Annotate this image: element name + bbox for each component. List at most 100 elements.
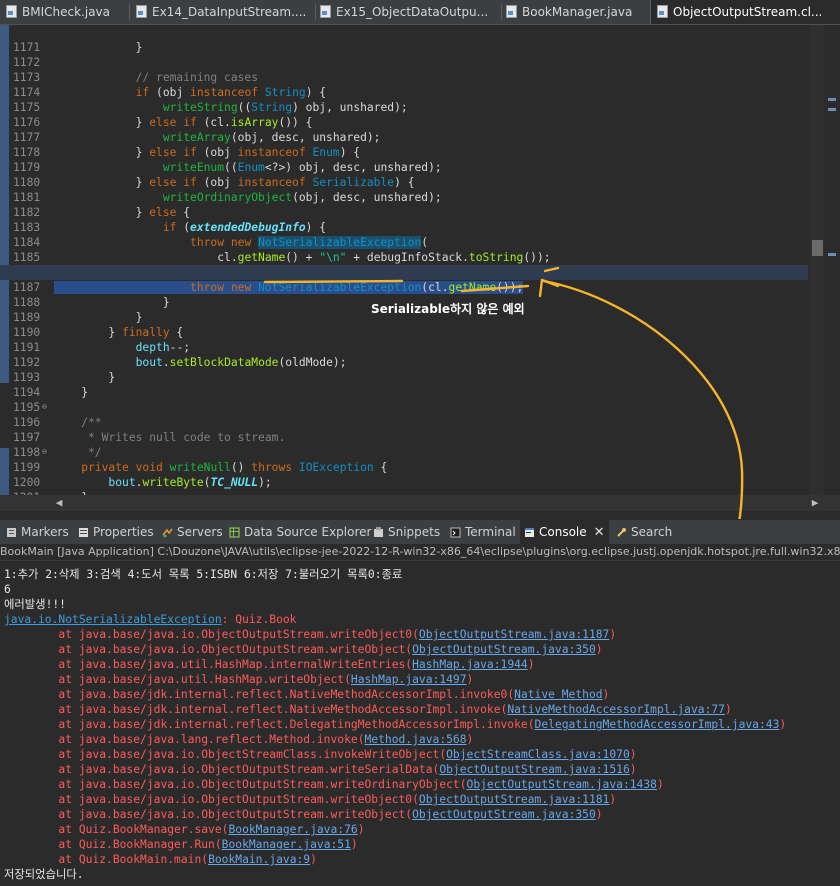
properties-icon [79, 528, 88, 537]
code-line: 1200 bout.writeByte(TC_NULL); [13, 476, 272, 489]
tab-ex14-datainputstream[interactable]: Ex14_DataInputStream.... [136, 0, 316, 24]
tab-bookmanager[interactable]: BookManager.java [506, 0, 646, 24]
class-file-icon [657, 5, 668, 18]
stack-frame: at java.base/java.io.ObjectOutputStream.… [4, 808, 603, 821]
code-line: 1181 writeOrdinaryObject(obj, desc, unsh… [13, 191, 442, 204]
exception-class-link[interactable]: java.io.NotSerializableException [4, 613, 222, 626]
code-line-current: 1187 throw new NotSerializableException(… [0, 265, 808, 294]
stack-frame: at Quiz.BookMain.main(BookMain.java:9) [4, 853, 317, 866]
stack-location-link[interactable]: ObjectStreamClass.java:1070 [446, 748, 630, 761]
stack-frame: at java.base/java.io.ObjectOutputStream.… [4, 643, 603, 656]
vertical-scrollbar[interactable] [810, 25, 824, 495]
console-saved-message: 저장되었습니다. [4, 868, 84, 881]
code-line: 1177 writeArray(obj, desc, unshared); [13, 131, 381, 144]
console-output[interactable]: 1:추가 2:삭제 3:검색 4:도서 목록 5:ISBN 6:저장 7:불러오… [0, 561, 840, 886]
stack-frame: at Quiz.BookManager.Run(BookManager.java… [4, 838, 358, 851]
scroll-right-icon[interactable]: ▶ [808, 495, 822, 511]
stack-frame: at java.base/java.io.ObjectOutputStream.… [4, 628, 617, 641]
editor-tab-bar: BMICheck.java Ex14_DataInputStream.... E… [0, 0, 840, 25]
tab-ex15-objectdataoutput[interactable]: Ex15_ObjectDataOutpu... [320, 0, 502, 24]
code-line: 1199 ⊖ private void writeNull() throws IO… [13, 447, 388, 475]
code-line: 1193 } [13, 371, 116, 384]
stack-location-link[interactable]: NativeMethodAccessorImpl.java:77 [507, 703, 725, 716]
stack-location-link[interactable]: ObjectOutputStream.java:1181 [419, 793, 609, 806]
tab-console[interactable]: Console ✕ [520, 520, 609, 544]
java-file-icon [6, 5, 17, 18]
tab-servers[interactable]: Servers [162, 520, 223, 544]
stack-location-link[interactable]: DelegatingMethodAccessorImpl.java:43 [535, 718, 780, 731]
code-line: 1182 } else { [13, 206, 191, 219]
vertical-scroll-thumb[interactable] [812, 240, 823, 256]
code-line: 1198 */ [13, 446, 102, 459]
stack-frame: at java.base/java.io.ObjectOutputStream.… [4, 793, 617, 806]
code-line: 1173 // remaining cases [13, 71, 259, 84]
scroll-left-icon[interactable]: ◀ [52, 495, 66, 511]
code-line: 1196 ⊖ /** [13, 402, 102, 430]
code-line: 1188 } [13, 296, 170, 309]
stack-frame: at java.base/java.util.HashMap.internalW… [4, 658, 535, 671]
overview-marker[interactable] [828, 253, 836, 256]
code-line: 1201 } [0, 475, 808, 495]
stack-location-link[interactable]: BookManager.java:51 [222, 838, 351, 851]
code-line: 1175 writeString((String) obj, unshared)… [13, 101, 408, 114]
code-line: 1192 bout.setBlockDataMode(oldMode); [13, 356, 347, 369]
code-line: 1191 depth--; [13, 341, 191, 354]
stack-frame: at java.base/java.util.HashMap.writeObje… [4, 673, 474, 686]
stack-location-link[interactable]: ObjectOutputStream.java:350 [412, 808, 596, 821]
code-line: 1184 throw new NotSerializableException( [13, 236, 429, 249]
console-process-header: BookMain [Java Application] C:\Douzone\J… [0, 544, 840, 561]
stack-location-link[interactable]: HashMap.java:1497 [351, 673, 467, 686]
overview-marker[interactable] [828, 98, 836, 101]
stack-frame: at java.base/java.io.ObjectOutputStream.… [4, 763, 637, 776]
tab-terminal[interactable]: Terminal [450, 520, 516, 544]
stack-location-link[interactable]: ObjectOutputStream.java:350 [412, 643, 596, 656]
overview-ruler [826, 25, 840, 495]
stack-frame: at java.base/jdk.internal.reflect.Native… [4, 688, 610, 701]
markers-icon [7, 528, 16, 537]
code-line: 1180 } else if (obj instanceof Serializa… [13, 176, 415, 189]
snippets-icon [374, 527, 383, 537]
code-line: 1194 } [13, 386, 89, 399]
tab-search[interactable]: Search [616, 520, 672, 544]
stack-frame: at java.base/java.io.ObjectStreamClass.i… [4, 748, 637, 761]
close-icon[interactable]: ✕ [594, 525, 605, 540]
annotation-label: Serializable하지 않은 예외 [371, 302, 525, 316]
tab-markers[interactable]: Markers [6, 520, 69, 544]
java-file-icon [320, 5, 331, 18]
code-line: 1183 if (extendedDebugInfo) { [13, 221, 327, 234]
code-editor[interactable]: 1171 } 1172 1173 // remaining cases 1174… [0, 25, 840, 495]
tab-objectoutputstream[interactable]: ObjectOutputStream.cl... [650, 0, 840, 24]
code-line: 1197 * Writes null code to stream. [13, 431, 286, 444]
tab-data-source-explorer[interactable]: Data Source Explorer [229, 520, 371, 544]
code-line: 1185 cl.getName() + "\n" + debugInfoStac… [13, 251, 551, 264]
stack-location-link[interactable]: ObjectOutputStream.java:1187 [419, 628, 609, 641]
stack-location-link[interactable]: BookManager.java:76 [228, 823, 357, 836]
horizontal-scrollbar[interactable]: ◀ ▶ [0, 495, 840, 511]
fold-toggle-icon[interactable]: ⊖ [42, 448, 47, 456]
code-line: 1179 writeEnum((Enum<?>) obj, desc, unsh… [13, 161, 442, 174]
stack-location-link[interactable]: ObjectOutputStream.java:1516 [439, 763, 629, 776]
stack-location-link[interactable]: Native Method [514, 688, 602, 701]
stack-location-link[interactable]: HashMap.java:1944 [412, 658, 528, 671]
stack-frame: at java.base/jdk.internal.reflect.Delega… [4, 718, 787, 731]
data-source-icon [229, 527, 240, 538]
console-icon [525, 528, 534, 537]
code-line: 1178 } else if (obj instanceof Enum) { [13, 146, 361, 159]
tab-properties[interactable]: Properties [78, 520, 154, 544]
code-line: 1172 [13, 56, 41, 69]
stack-location-link[interactable]: BookMain.java:9 [208, 853, 310, 866]
code-line: 1171 } [13, 41, 143, 54]
stack-location-link[interactable]: ObjectOutputStream.java:1438 [467, 778, 657, 791]
servers-icon [162, 528, 173, 538]
stack-frame: at java.base/java.io.ObjectOutputStream.… [4, 778, 664, 791]
tab-snippets[interactable]: Snippets [373, 520, 440, 544]
stack-frame: at Quiz.BookManager.save(BookManager.jav… [4, 823, 365, 836]
fold-toggle-icon[interactable]: ⊖ [42, 403, 47, 411]
stack-location-link[interactable]: Method.java:568 [365, 733, 467, 746]
overview-marker[interactable] [828, 108, 836, 111]
tab-bmicheck[interactable]: BMICheck.java [6, 0, 130, 24]
search-icon [617, 528, 626, 537]
stack-frame: at java.base/java.lang.reflect.Method.in… [4, 733, 474, 746]
exception-line: java.io.NotSerializableException: Quiz.B… [4, 613, 297, 626]
stack-frame: at java.base/jdk.internal.reflect.Native… [4, 703, 732, 716]
